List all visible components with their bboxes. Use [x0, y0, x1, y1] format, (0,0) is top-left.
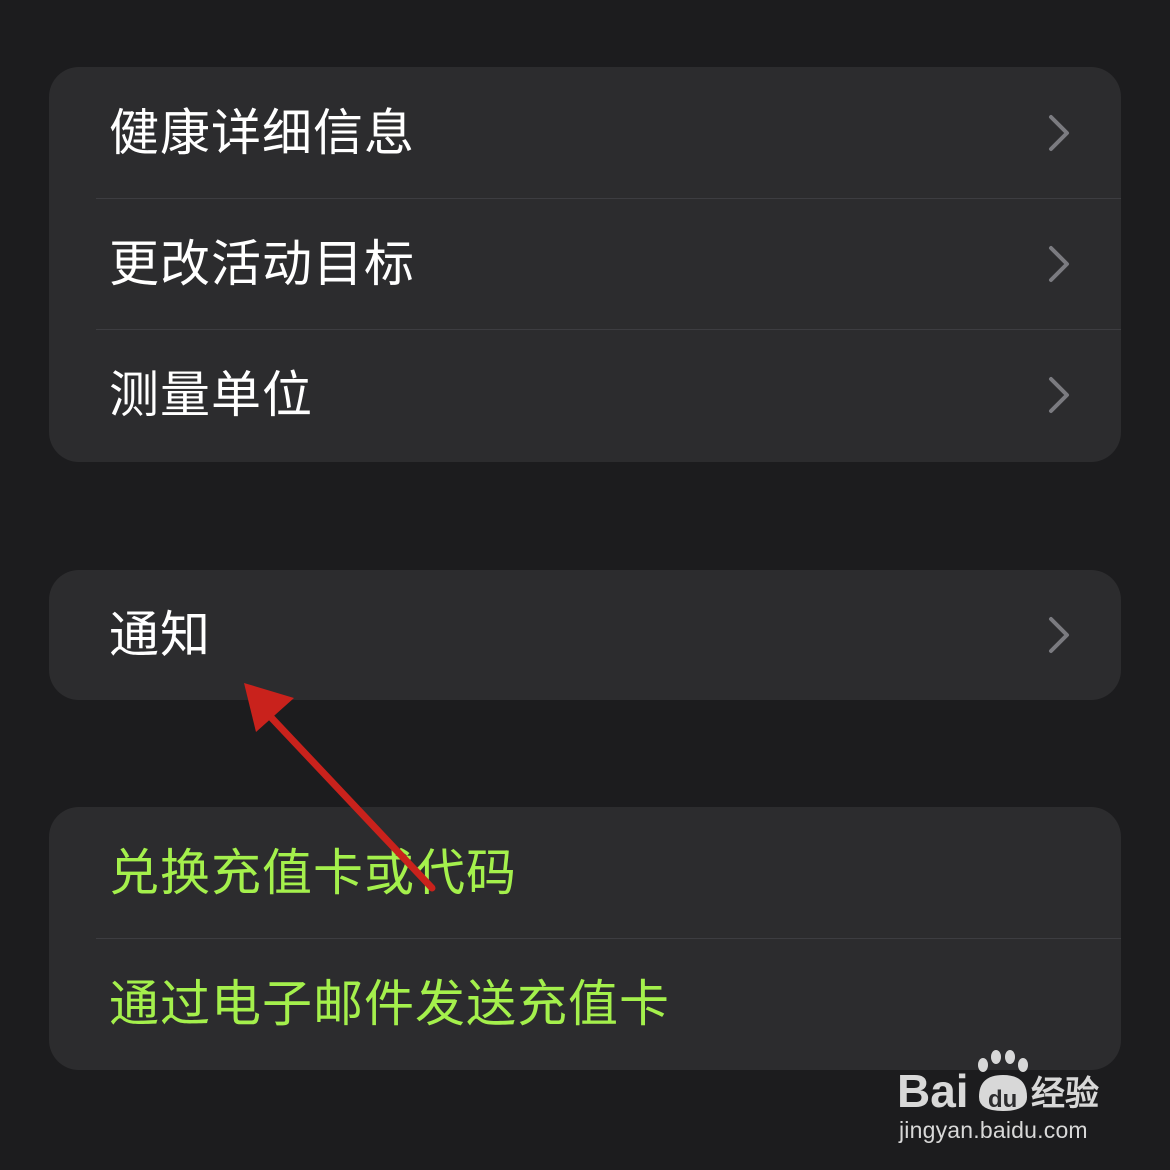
settings-group-gift-cards: 兑换充值卡或代码 通过电子邮件发送充值卡: [49, 807, 1121, 1070]
row-units-of-measure[interactable]: 测量单位: [49, 329, 1121, 460]
chevron-right-icon: [1047, 375, 1071, 415]
baidu-jingyan-logo: Bai du 经验: [897, 1050, 1099, 1117]
settings-group-general: 健康详细信息 更改活动目标 测量单位: [49, 67, 1121, 462]
settings-group-notifications: 通知: [49, 570, 1121, 700]
row-health-details[interactable]: 健康详细信息: [49, 67, 1121, 198]
svg-text:Bai: Bai: [897, 1065, 969, 1117]
link-redeem-gift-card[interactable]: 兑换充值卡或代码: [109, 848, 517, 898]
row-change-activity-goals[interactable]: 更改活动目标: [49, 198, 1121, 329]
chevron-right-icon: [1047, 244, 1071, 284]
row-label-units-of-measure: 测量单位: [109, 365, 313, 424]
baidu-jingyan-watermark: Bai du 经验 jingyan.baidu.com: [895, 1045, 1110, 1150]
row-label-notifications: 通知: [109, 606, 211, 664]
svg-text:du: du: [988, 1086, 1017, 1113]
row-notifications[interactable]: 通知: [49, 570, 1121, 700]
link-send-gift-card-email[interactable]: 通过电子邮件发送充值卡: [109, 979, 670, 1029]
row-label-change-activity-goals: 更改活动目标: [109, 234, 415, 293]
chevron-right-icon: [1047, 615, 1071, 655]
watermark-url: jingyan.baidu.com: [899, 1117, 1088, 1143]
svg-text:经验: 经验: [1031, 1074, 1099, 1114]
chevron-right-icon: [1047, 113, 1071, 153]
row-redeem-gift-card[interactable]: 兑换充值卡或代码: [49, 807, 1121, 938]
row-label-health-details: 健康详细信息: [109, 103, 415, 162]
